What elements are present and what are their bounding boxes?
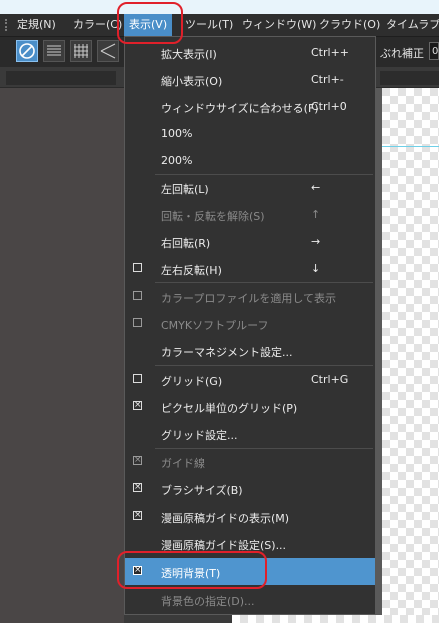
menu-item-label: グリッド(G) [161,375,223,388]
menu-item-brush-size[interactable]: × ブラシサイズ(B) [125,475,375,502]
menu-item-manga-guide-display[interactable]: × 漫画原稿ガイドの表示(M) [125,503,375,530]
annotation-ring-transparent-bg [117,551,267,589]
menu-window[interactable]: ウィンドウ(W) [242,14,316,36]
menu-item-guides: × ガイド線 [125,448,375,475]
menu-item-rotate-left[interactable]: 左回転(L) ← [125,174,375,201]
converge-lines-icon[interactable] [97,40,119,62]
menu-item-zoom-out[interactable]: 縮小表示(O) Ctrl+- [125,66,375,93]
menu-item-background-color: 背景色の指定(D)... [125,586,375,613]
menu-item-cmyk-proof: CMYKソフトプルーフ [125,310,375,337]
menu-color[interactable]: カラー(C) [73,14,122,36]
transparent-canvas[interactable] [374,88,439,623]
guide-line [382,146,439,147]
menu-item-shortcut: ← [311,181,321,194]
annotation-ring-view-menu [117,2,183,44]
menu-item-label: 左右反転(H) [161,264,222,277]
menu-item-label: 縮小表示(O) [161,75,223,88]
menu-item-shortcut: Ctrl+- [311,73,344,86]
menu-bar: 定規(N) カラー(C) 表示(V) ツール(T) ウィンドウ(W) クラウド(… [0,14,439,37]
menu-item-label: ガイド線 [161,457,205,470]
menu-item-label: ブラシサイズ(B) [161,484,243,497]
checkbox-checked-icon: × [133,455,142,465]
menu-item-label: カラーマネジメント設定... [161,346,293,359]
menu-item-label: 漫画原稿ガイドの表示(M) [161,512,290,525]
menu-item-shortcut: Ctrl++ [311,46,350,59]
document-tab[interactable] [6,71,116,85]
menu-item-label: 200% [161,154,193,167]
checkbox-icon [133,291,142,300]
checkbox-icon [133,263,142,272]
menu-item-label: 回転・反転を解除(S) [161,210,265,223]
menu-item-label: 右回転(R) [161,237,211,250]
view-menu-dropdown: 拡大表示(I) Ctrl++ 縮小表示(O) Ctrl+- ウィンドウサイズに合… [124,36,376,615]
menu-item-rotate-right[interactable]: 右回転(R) → [125,228,375,255]
stabilization-label: ぶれ補正 [380,47,424,60]
menu-item-shortcut: Ctrl+0 [311,100,347,113]
left-panel [0,88,124,623]
menu-item-label: カラープロファイルを適用して表示 [161,292,337,305]
checkbox-checked-icon: × [133,400,142,410]
menu-item-pixel-grid[interactable]: × ピクセル単位のグリッド(P) [125,393,375,420]
menu-item-label: 左回転(L) [161,183,209,196]
stabilization-input[interactable]: 0 [429,42,439,60]
menu-item-label: 100% [161,127,193,140]
checkbox-checked-icon: × [133,482,142,492]
no-entry-icon[interactable] [16,40,38,62]
menu-item-color-management[interactable]: カラーマネジメント設定... [125,337,375,364]
menu-item-grid[interactable]: グリッド(G) Ctrl+G [125,366,375,393]
menu-item-flip-horizontal[interactable]: 左右反転(H) ↓ [125,255,375,282]
menu-item-reset-rotation: 回転・反転を解除(S) ↑ [125,201,375,228]
checkbox-icon [133,318,142,327]
hatch-lines-icon[interactable] [43,40,65,62]
title-strip [0,0,439,14]
checkbox-icon [133,374,142,383]
menu-item-label: 拡大表示(I) [161,48,217,61]
menu-item-shortcut: ↓ [311,262,321,275]
transparent-canvas-bottom [232,615,439,623]
menu-item-shortcut: ↑ [311,208,321,221]
menu-item-label: 背景色の指定(D)... [161,595,255,608]
document-tab-right[interactable] [380,71,439,85]
menu-item-label: ピクセル単位のグリッド(P) [161,402,298,415]
menu-item-shortcut: Ctrl+G [311,373,349,386]
menubar-grip[interactable] [5,19,9,31]
menu-ruler[interactable]: 定規(N) [17,14,56,36]
menu-item-grid-settings[interactable]: グリッド設定... [125,420,375,447]
menu-tool[interactable]: ツール(T) [185,14,233,36]
checkbox-checked-icon: × [133,510,142,520]
menu-timelapse[interactable]: タイムラプス [386,14,439,36]
menu-item-100[interactable]: 100% [125,120,375,147]
menu-item-label: グリッド設定... [161,429,238,442]
menu-item-200[interactable]: 200% [125,147,375,174]
menu-item-fit-window[interactable]: ウィンドウサイズに合わせる(F) Ctrl+0 [125,93,375,120]
menu-item-label: ウィンドウサイズに合わせる(F) [161,102,319,115]
menu-item-label: CMYKソフトプルーフ [161,319,269,332]
menu-item-color-profile: カラープロファイルを適用して表示 [125,283,375,310]
menu-item-shortcut: → [311,235,321,248]
grid-pattern-icon[interactable] [70,40,92,62]
menu-cloud[interactable]: クラウド(O) [319,14,380,36]
